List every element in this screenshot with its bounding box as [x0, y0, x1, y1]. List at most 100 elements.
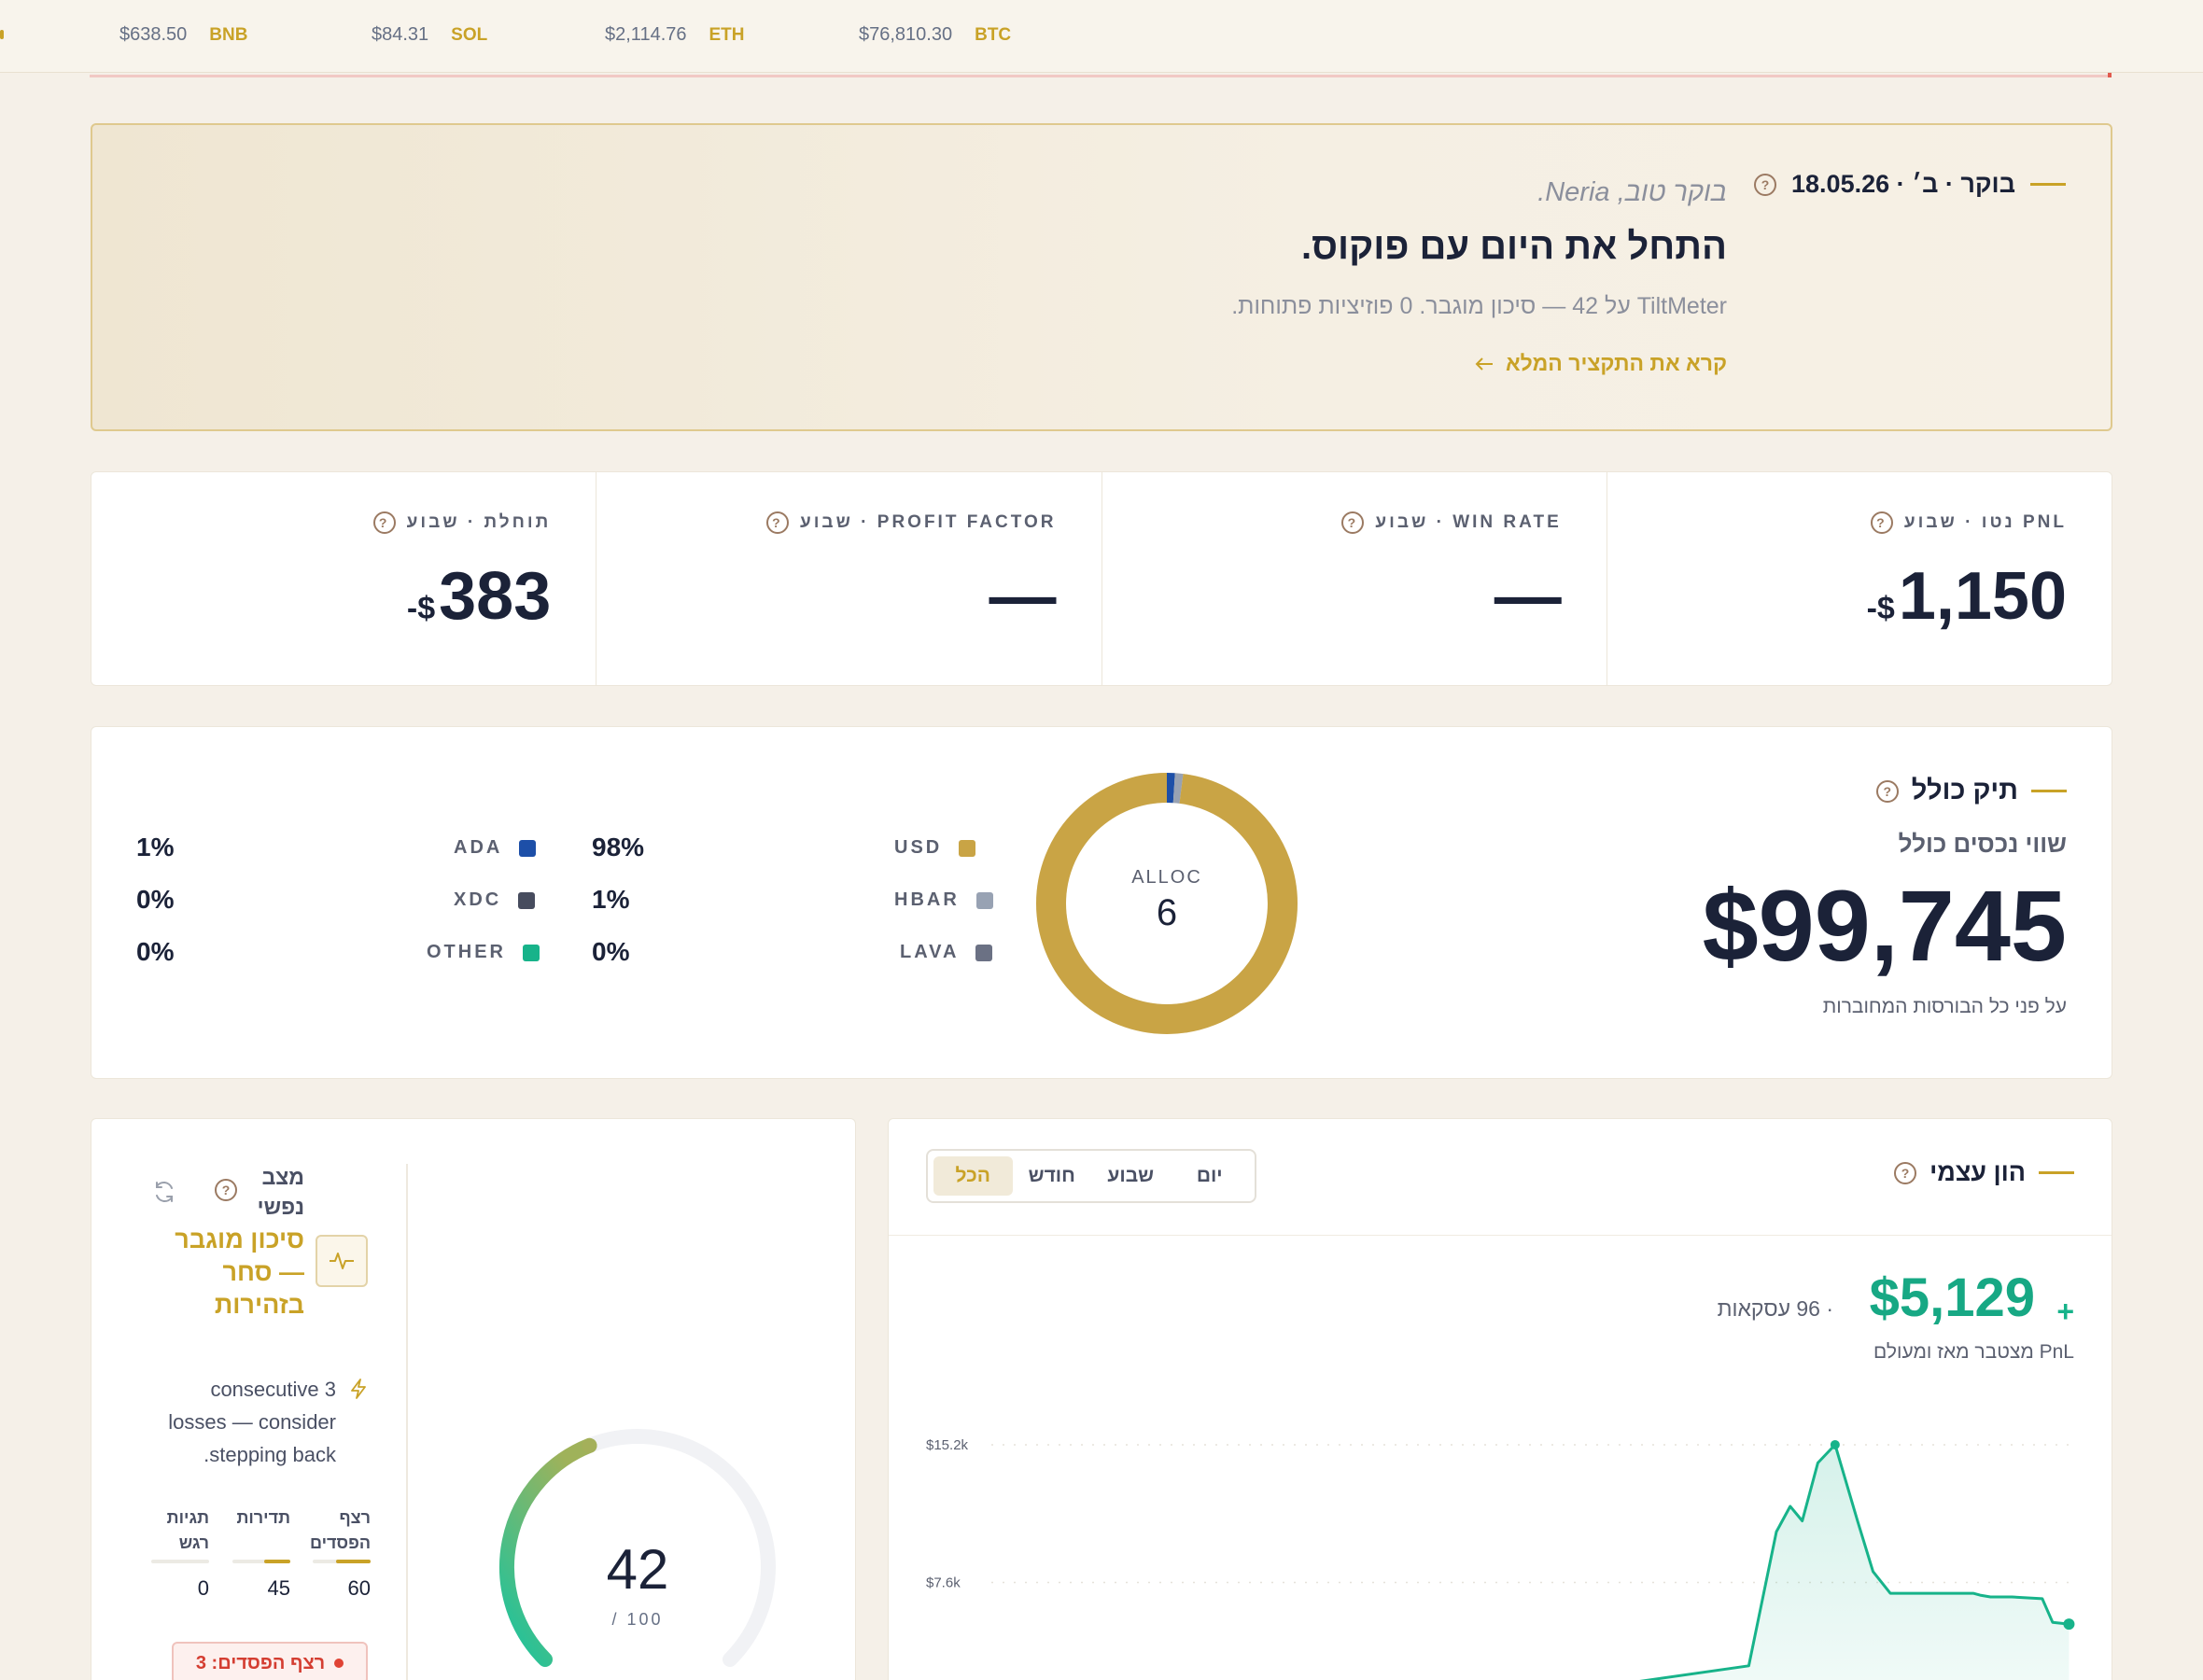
kpi-label: PROFIT FACTOR · שבוע?	[765, 511, 1057, 534]
tab-all[interactable]: הכל	[933, 1156, 1013, 1196]
legend-swatch	[519, 839, 537, 857]
help-icon[interactable]: ?	[1341, 511, 1365, 534]
kpi-number: 1,150	[1898, 559, 2067, 634]
kpi-net-pnl: PNL נטו · שבוע? -$ 1,150	[1606, 472, 2112, 685]
legend-item-other[interactable]: OTHER	[427, 942, 540, 963]
legend-item-hbar[interactable]: HBAR	[894, 889, 993, 911]
stat-frequency: תדירות 45	[223, 1505, 290, 1601]
tab-day[interactable]: יום	[1171, 1156, 1250, 1196]
kpi-expectancy: תוחלת · שבוע? -$ 383	[91, 472, 596, 685]
streak-warning-message: 3 consecutive losses — consider stepping…	[168, 1378, 336, 1466]
stat-value: 0	[197, 1576, 209, 1600]
stat-name: תגיות רגש	[166, 1508, 209, 1552]
stat-name: תדירות	[236, 1508, 290, 1527]
kpi-label-text: תוחלת · שבוע	[406, 512, 552, 532]
portfolio-total-value: $99,745	[1702, 869, 2067, 982]
portfolio-title: תיק כולל	[1911, 776, 2018, 805]
stat-value: 45	[267, 1576, 290, 1600]
kpi-value: —	[986, 558, 1057, 635]
legend-item-usd[interactable]: USD	[894, 837, 976, 859]
legend-percent: 0%	[592, 937, 630, 966]
help-icon[interactable]: ?	[765, 511, 789, 534]
arrow-left-icon	[1475, 357, 1493, 371]
gauge-max: / 100	[611, 1610, 664, 1629]
tab-week[interactable]: שבוע	[1091, 1156, 1171, 1196]
ticker-item-eth[interactable]: $2,114.76 ETH	[605, 24, 745, 46]
briefing-date: בוקר · ב׳ · 18.05.26	[1791, 170, 2015, 198]
price-ticker: $638.50 BNB $84.31 SOL $2,114.76 ETH $76…	[0, 0, 2203, 73]
briefing-date-row: בוקר · ב׳ · 18.05.26 ?	[1754, 170, 2066, 199]
help-icon[interactable]: ?	[372, 511, 396, 534]
ticker-item-btc[interactable]: $76,810.30 BTC	[859, 24, 1011, 46]
ticker-price: $2,114.76	[605, 24, 687, 45]
legend-item-ada[interactable]: ADA	[454, 837, 537, 859]
kpi-value: —	[1491, 558, 1562, 635]
equity-pnl-value: $5,129	[1869, 1267, 2035, 1328]
equity-plus-sign: +	[2056, 1295, 2074, 1328]
equity-area-chart: $15.2k $7.6k	[926, 1437, 2076, 1680]
kpi-number: —	[1494, 559, 1562, 634]
legend-swatch	[975, 944, 993, 961]
ticker-symbol: SOL	[451, 24, 488, 45]
equity-last-point[interactable]	[2063, 1618, 2075, 1631]
stat-bar	[232, 1560, 290, 1563]
kpi-value: -$ 1,150	[1867, 558, 2067, 635]
loss-streak-badge: רצף הפסדים: 3	[172, 1642, 368, 1680]
risk-status-text: סיכון מוגבר — סחר בזהירות	[175, 1225, 304, 1319]
donut-center-count: 6	[1156, 892, 1178, 933]
equity-peak-point[interactable]	[1830, 1439, 1840, 1449]
weekly-kpi-strip: תוחלת · שבוע? -$ 383 PROFIT FACTOR · שבוע…	[91, 471, 2112, 686]
ticker-item-bnb[interactable]: $638.50 BNB	[119, 24, 247, 46]
total-portfolio-card: תיק כולל ? שווי נכסים כולל $99,745 על פנ…	[91, 726, 2112, 1079]
equity-card: הון עצמי ? יום שבוע חודש הכל + $5,129 · …	[888, 1118, 2112, 1680]
portfolio-note: על פני כל הבורסות המחוברות	[1822, 996, 2067, 1017]
kpi-win-rate: WIN RATE · שבוע? —	[1101, 472, 1607, 685]
stat-name: רצף הפסדים	[310, 1508, 371, 1552]
ticker-symbol: BNB	[209, 24, 248, 45]
stat-bar-fill	[264, 1560, 290, 1563]
legend-percent: 0%	[136, 937, 175, 966]
equity-trade-count: · 96 עסקאות	[1717, 1296, 1833, 1321]
legend-name: HBAR	[894, 889, 960, 910]
equity-header-divider	[889, 1235, 2112, 1236]
briefing-subtitle: TiltMeter על 42 — סיכון מוגבר. 0 פוזיציו…	[1231, 293, 1727, 319]
legend-name: OTHER	[427, 942, 506, 962]
help-icon[interactable]: ?	[1870, 511, 1893, 534]
legend-percent: 98%	[592, 833, 645, 861]
loss-streak-badge-text: רצף הפסדים: 3	[195, 1652, 326, 1673]
kpi-label: תוחלת · שבוע?	[372, 511, 552, 534]
ticker-symbol: BTC	[975, 24, 1012, 45]
legend-item-xdc[interactable]: XDC	[454, 889, 536, 911]
equity-title: הון עצמי	[1929, 1158, 2026, 1186]
kpi-label-text: PNL נטו · שבוע	[1903, 512, 2067, 532]
ticker-price: $84.31	[372, 24, 429, 45]
kpi-prefix: -$	[406, 591, 436, 626]
help-icon[interactable]: ?	[1894, 1161, 1917, 1184]
ticker-item-sol[interactable]: $84.31 SOL	[372, 24, 487, 46]
legend-percent: 0%	[136, 885, 175, 914]
kpi-number: —	[989, 559, 1057, 634]
legend-item-lava[interactable]: LAVA	[900, 942, 993, 963]
help-icon[interactable]: ?	[1754, 173, 1777, 196]
tab-month[interactable]: חודש	[1013, 1156, 1092, 1196]
gauge-marker	[582, 1437, 597, 1453]
section-dash	[2030, 183, 2066, 186]
portfolio-subtitle: שווי נכסים כולל	[1898, 830, 2067, 858]
help-icon[interactable]: ?	[1875, 779, 1899, 803]
mood-column-divider	[406, 1164, 408, 1680]
stat-loss-streak: רצף הפסדים 60	[303, 1505, 371, 1601]
refresh-icon[interactable]	[151, 1179, 177, 1205]
kpi-value: -$ 383	[407, 558, 551, 635]
legend-name: USD	[894, 837, 943, 858]
morning-briefing-banner: בוקר · ב׳ · 18.05.26 ? בוקר טוב, Neria. …	[91, 123, 2112, 431]
kpi-label: WIN RATE · שבוע?	[1341, 511, 1561, 534]
kpi-label-text: PROFIT FACTOR · שבוע	[799, 512, 1057, 532]
greeting-text: בוקר טוב, Neria.	[1537, 177, 1727, 207]
read-full-summary-link[interactable]: קרא את התקציר המלא	[1474, 351, 1727, 376]
kpi-prefix: -$	[1866, 591, 1895, 626]
ticker-price: $638.50	[119, 24, 188, 45]
stat-bar	[151, 1560, 209, 1563]
portfolio-title-row: תיק כולל ?	[1875, 776, 2067, 806]
help-icon[interactable]: ?	[215, 1179, 237, 1201]
section-dash	[2031, 790, 2067, 792]
